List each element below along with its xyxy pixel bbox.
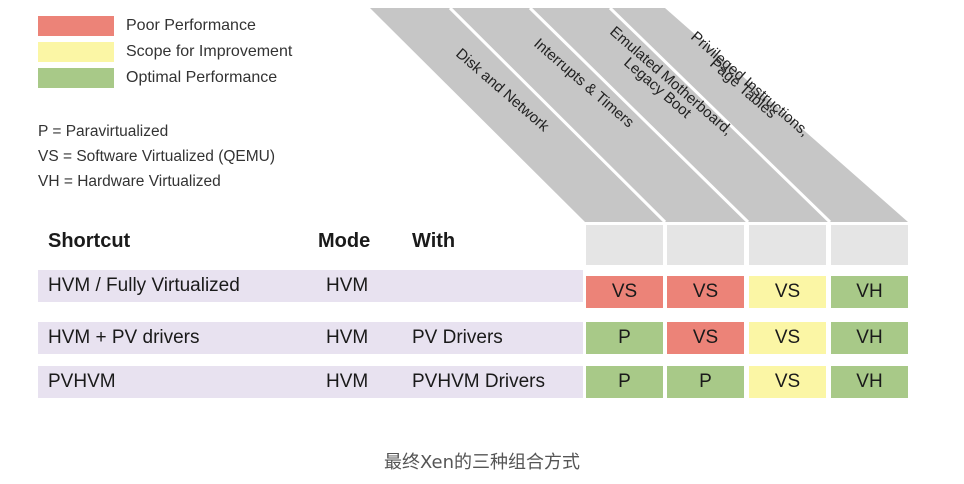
perf-cell: VS [667, 322, 744, 354]
row-with: PVHVM Drivers [412, 371, 546, 392]
figure-caption: 最终Xen的三种组合方式 [383, 452, 580, 473]
perf-cell: VS [749, 276, 826, 308]
header-mode: Mode [318, 230, 371, 252]
row-mode: HVM [326, 327, 369, 348]
row-shortcut: HVM / Fully Virtualized [48, 275, 240, 296]
perf-cell: VH [831, 322, 908, 354]
perf-cell: VS [749, 366, 826, 398]
row-mode: HVM [326, 275, 369, 296]
perf-cell: VS [586, 276, 663, 308]
perf-cell: P [586, 322, 663, 354]
perf-cell: P [586, 366, 663, 398]
perf-cell: VS [749, 322, 826, 354]
row-with: PV Drivers [412, 327, 503, 348]
perf-header-box [586, 225, 663, 265]
perf-cell: VH [831, 366, 908, 398]
row-shortcut: PVHVM [48, 371, 116, 392]
header-with: With [412, 230, 456, 252]
perf-header-box [667, 225, 744, 265]
perf-cell: P [667, 366, 744, 398]
perf-cell: VH [831, 276, 908, 308]
performance-column-header-band: Disk and Network Interrupts & Timers Emu… [370, 6, 908, 224]
perf-header-box [831, 225, 908, 265]
perf-header-box [749, 225, 826, 265]
row-mode: HVM [326, 371, 369, 392]
header-shortcut: Shortcut [48, 230, 131, 252]
perf-cell: VS [667, 276, 744, 308]
row-shortcut: HVM + PV drivers [48, 327, 200, 348]
